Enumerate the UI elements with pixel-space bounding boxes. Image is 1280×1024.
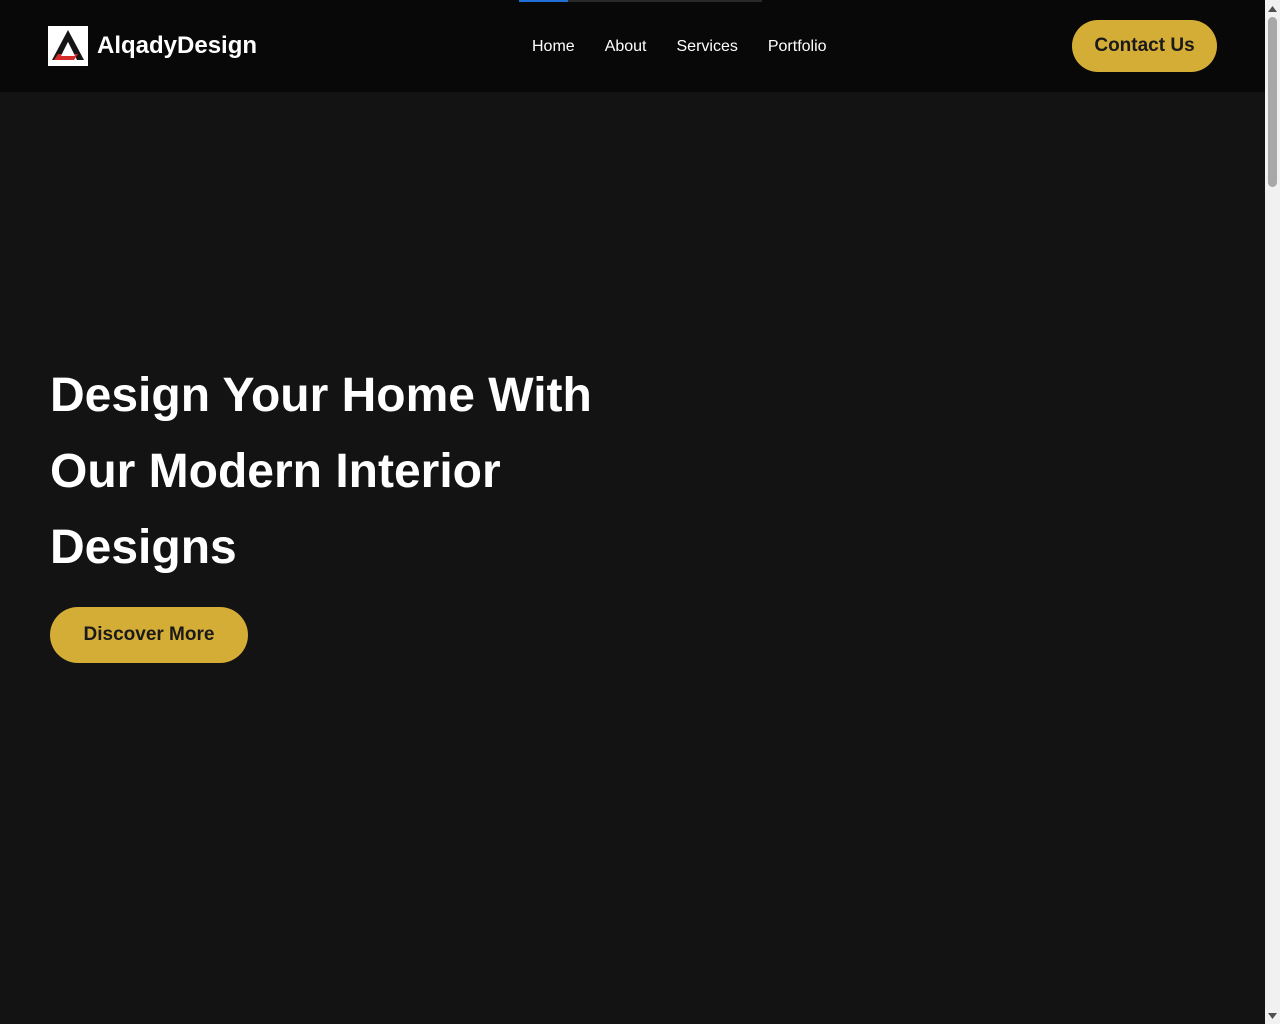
nav-item-about[interactable]: About bbox=[605, 36, 647, 58]
hero-title: Design Your Home With Our Modern Interio… bbox=[50, 358, 650, 586]
hero-title-line-1: Design Your Home With bbox=[50, 369, 592, 422]
nav-item-portfolio[interactable]: Portfolio bbox=[768, 36, 827, 58]
scroll-up-arrow-icon[interactable] bbox=[1265, 0, 1280, 17]
hero-title-line-3: Designs bbox=[50, 521, 237, 574]
main-nav: Home About Services Portfolio bbox=[532, 36, 827, 58]
hero-title-line-2: Our Modern Interior bbox=[50, 445, 501, 498]
discover-more-button[interactable]: Discover More bbox=[50, 607, 248, 663]
nav-indicator-active bbox=[519, 0, 568, 2]
brand-name: AlqadyDesign bbox=[97, 32, 258, 59]
brand-home-link[interactable]: AlqadyDesign bbox=[48, 26, 257, 66]
scroll-down-arrow-icon[interactable] bbox=[1265, 1007, 1280, 1024]
page: AlqadyDesign Home About Services Portfol… bbox=[0, 0, 1265, 1024]
vertical-scrollbar[interactable] bbox=[1265, 0, 1280, 1024]
scrollbar-thumb[interactable] bbox=[1268, 17, 1277, 187]
nav-item-services[interactable]: Services bbox=[677, 36, 738, 58]
contact-us-button[interactable]: Contact Us bbox=[1072, 20, 1217, 72]
nav-item-home[interactable]: Home bbox=[532, 36, 575, 58]
hero-section: Design Your Home With Our Modern Interio… bbox=[50, 358, 650, 663]
site-header: AlqadyDesign Home About Services Portfol… bbox=[0, 0, 1265, 92]
alqady-triangle-logo-icon bbox=[48, 26, 88, 66]
